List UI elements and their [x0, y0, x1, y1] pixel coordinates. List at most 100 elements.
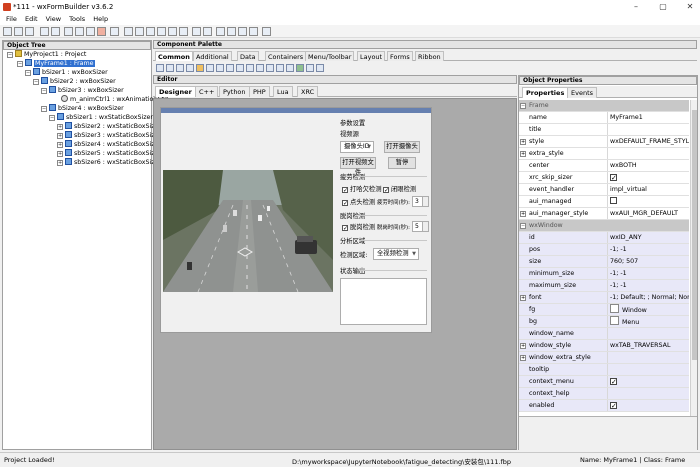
property-row[interactable]: fg Window	[519, 304, 689, 316]
property-value[interactable]: -1; Default; ; Normal; Normal;	[608, 292, 689, 303]
property-value[interactable]	[608, 352, 689, 363]
tab-python[interactable]: Python	[219, 86, 250, 97]
tree-item-sbsizer2[interactable]: sbSizer2 : wxStaticBoxSizer	[65, 122, 161, 131]
tab-layout[interactable]: Layout	[357, 51, 386, 61]
property-row[interactable]: tooltip	[519, 364, 689, 376]
property-row[interactable]: + style wxDEFAULT_FRAME_STYLE	[519, 136, 689, 148]
stretch-icon[interactable]	[203, 27, 212, 36]
property-value[interactable]: -1; -1	[608, 244, 689, 255]
property-value[interactable]: -1; -1	[608, 280, 689, 291]
static-bitmap-widget-icon[interactable]	[256, 64, 264, 72]
static-text-widget-icon[interactable]	[186, 64, 194, 72]
save-icon[interactable]	[25, 27, 34, 36]
align-top-icon[interactable]	[157, 27, 166, 36]
collapse-icon[interactable]: −	[25, 70, 31, 76]
paste-icon[interactable]	[86, 27, 95, 36]
property-value[interactable]: Menu	[608, 316, 689, 327]
gauge-widget-icon[interactable]	[286, 64, 294, 72]
property-value[interactable]	[608, 328, 689, 339]
tab-menu-toolbar[interactable]: Menu/Toolbar	[305, 51, 355, 61]
property-row[interactable]: bg Menu	[519, 316, 689, 328]
expand-icon[interactable]: +	[57, 142, 63, 148]
bitmap-button-widget-icon[interactable]	[166, 64, 174, 72]
tree-item-sbsizer3[interactable]: sbSizer3 : wxStaticBoxSizer	[65, 131, 161, 140]
offduty-checkbox[interactable]: ✓ 脱岗检测	[342, 222, 375, 232]
property-value[interactable]: ✓	[608, 400, 689, 411]
tab-additional[interactable]: Additional	[193, 51, 232, 61]
tree-item-bsizer1[interactable]: bSizer1 : wxBoxSizer	[33, 68, 108, 77]
undo-icon[interactable]	[40, 27, 49, 36]
border-right-icon[interactable]	[227, 27, 236, 36]
property-row[interactable]: maximum_size -1; -1	[519, 280, 689, 292]
property-value[interactable]: wxID_ANY	[608, 232, 689, 243]
tree-item-sbsizer1[interactable]: sbSizer1 : wxStaticBoxSizer	[57, 113, 153, 122]
tree-item-sbsizer5[interactable]: sbSizer5 : wxStaticBoxSizer	[65, 149, 161, 158]
property-row[interactable]: + window_extra_style	[519, 352, 689, 364]
property-row[interactable]: context_menu ✓	[519, 376, 689, 388]
tab-data[interactable]: Data	[237, 51, 259, 61]
tab-lua[interactable]: Lua	[273, 86, 293, 97]
property-checkbox[interactable]: ✓	[610, 378, 617, 386]
open-project-icon[interactable]	[14, 27, 23, 36]
tab-properties[interactable]: Properties	[522, 87, 569, 98]
tab-cpp[interactable]: C++	[195, 86, 219, 97]
radio-box-widget-icon[interactable]	[236, 64, 244, 72]
property-row[interactable]: pos -1; -1	[519, 244, 689, 256]
generate-code-icon[interactable]	[110, 27, 119, 36]
property-value[interactable]: 760; 507	[608, 256, 689, 267]
property-value[interactable]: ✓	[608, 376, 689, 387]
property-row[interactable]: name MyFrame1	[519, 112, 689, 124]
property-row[interactable]: xrc_skip_sizer ✓	[519, 172, 689, 184]
property-row[interactable]: id wxID_ANY	[519, 232, 689, 244]
property-value[interactable]	[608, 124, 689, 135]
expand-icon[interactable]	[192, 27, 201, 36]
property-row[interactable]: + extra_style	[519, 148, 689, 160]
collapse-icon[interactable]: −	[33, 79, 39, 85]
property-value[interactable]: -1; -1	[608, 268, 689, 279]
property-value[interactable]	[608, 148, 689, 159]
choice-widget-icon[interactable]	[206, 64, 214, 72]
text-ctrl-widget-icon[interactable]	[176, 64, 184, 72]
collapse-icon[interactable]: −	[41, 106, 47, 112]
color-swatch[interactable]	[610, 316, 619, 325]
tab-php[interactable]: PHP	[249, 86, 270, 97]
wrap-icon[interactable]	[262, 27, 271, 36]
border-top-icon[interactable]	[238, 27, 247, 36]
tab-events[interactable]: Events	[567, 87, 598, 98]
border-left-icon[interactable]	[216, 27, 225, 36]
tab-forms[interactable]: Forms	[387, 51, 413, 61]
button-widget-icon[interactable]	[156, 64, 164, 72]
tree-item-bsizer2[interactable]: bSizer2 : wxBoxSizer	[41, 77, 116, 86]
property-value[interactable]: Window	[608, 304, 689, 315]
tab-common[interactable]: Common	[155, 51, 193, 61]
property-row[interactable]: title	[519, 124, 689, 136]
property-checkbox[interactable]	[610, 197, 617, 204]
tree-item-bsizer4[interactable]: bSizer4 : wxBoxSizer	[49, 104, 124, 113]
offduty-time-spin[interactable]: 5	[412, 221, 429, 232]
property-value[interactable]: wxAUI_MGR_DEFAULT	[608, 208, 689, 219]
property-value[interactable]: ✓	[608, 172, 689, 183]
delete-icon[interactable]	[97, 27, 106, 36]
collapse-icon[interactable]: −	[7, 52, 13, 58]
tree-item-frame[interactable]: MyFrame1 : Frame	[25, 59, 95, 68]
design-canvas[interactable]: 参数设置 视频源 摄像头ID ▼ 打开摄像头 打开视频文件 暂停 疲劳检测 ✓ 打哈…	[153, 98, 517, 450]
align-center-icon[interactable]	[135, 27, 144, 36]
open-video-button[interactable]: 打开视频文件	[340, 157, 376, 176]
open-camera-button[interactable]: 打开摄像头	[384, 141, 420, 153]
pause-button[interactable]: 暂停	[388, 157, 416, 169]
border-bottom-icon[interactable]	[249, 27, 258, 36]
tree-item-project[interactable]: MyProject1 : Project	[15, 50, 86, 59]
cut-icon[interactable]	[64, 27, 73, 36]
detect-area-combo[interactable]: 全视频检测 ▼	[373, 248, 419, 260]
align-middle-icon[interactable]	[168, 27, 177, 36]
tab-xrc[interactable]: XRC	[297, 86, 319, 97]
property-row[interactable]: size 760; 507	[519, 256, 689, 268]
tab-designer[interactable]: Designer	[155, 86, 196, 97]
list-box-widget-icon[interactable]	[216, 64, 224, 72]
property-value[interactable]: wxTAB_TRAVERSAL	[608, 340, 689, 351]
menu-help[interactable]: Help	[93, 14, 108, 25]
combo-box-widget-icon[interactable]	[196, 64, 204, 72]
designed-frame[interactable]: 参数设置 视频源 摄像头ID ▼ 打开摄像头 打开视频文件 暂停 疲劳检测 ✓ 打哈…	[160, 107, 432, 333]
property-row[interactable]: + aui_manager_style wxAUI_MGR_DEFAULT	[519, 208, 689, 220]
property-row[interactable]: enabled ✓	[519, 400, 689, 412]
